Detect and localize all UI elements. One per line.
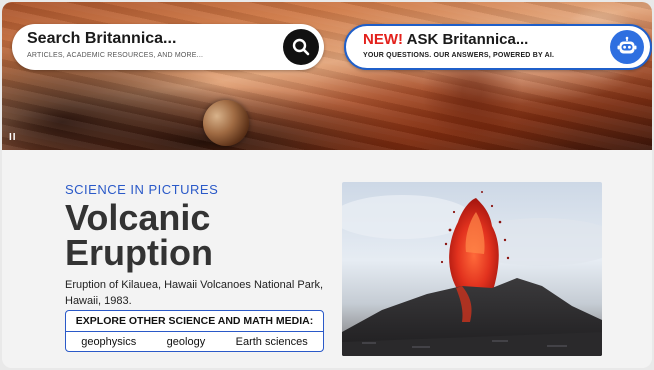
ask-britannica-bar[interactable]: NEW! ASK Britannica... YOUR QUESTIONS. O… (344, 24, 652, 70)
explore-label: EXPLORE OTHER SCIENCE AND MATH MEDIA: (66, 311, 323, 332)
explore-link-geology[interactable]: geology (167, 336, 206, 348)
hero-banner: II Search Britannica... ARTICLES, ACADEM… (2, 2, 652, 150)
search-bar[interactable]: Search Britannica... ARTICLES, ACADEMIC … (12, 24, 324, 70)
explore-link-geophysics[interactable]: geophysics (81, 336, 136, 348)
explore-link-earth-sciences[interactable]: Earth sciences (236, 336, 308, 348)
feature-caption: Eruption of Kilauea, Hawaii Volcanoes Na… (65, 279, 324, 307)
search-subtitle: ARTICLES, ACADEMIC RESOURCES, AND MORE..… (27, 52, 204, 59)
explore-box: EXPLORE OTHER SCIENCE AND MATH MEDIA: ge… (65, 310, 324, 352)
feature-headline[interactable]: Volcanic Eruption (65, 200, 335, 271)
feature-card: SCIENCE IN PICTURES Volcanic Eruption Er… (2, 150, 652, 368)
new-badge: NEW! (363, 31, 403, 48)
ask-subtitle: YOUR QUESTIONS. OUR ANSWERS, POWERED BY … (363, 52, 555, 59)
page-frame: II Search Britannica... ARTICLES, ACADEM… (2, 2, 652, 368)
ask-title[interactable]: NEW! ASK Britannica... (363, 31, 528, 48)
section-eyebrow[interactable]: SCIENCE IN PICTURES (65, 182, 218, 197)
ask-bot-button[interactable] (610, 30, 644, 64)
volcano-photo[interactable] (342, 182, 602, 356)
robot-icon (617, 36, 637, 54)
search-title[interactable]: Search Britannica... (27, 30, 176, 48)
search-button[interactable] (283, 29, 319, 65)
explore-links: geophysics geology Earth sciences (66, 332, 323, 351)
moon-image (203, 100, 249, 146)
pause-icon[interactable]: II (9, 133, 17, 143)
ask-title-text: ASK Britannica... (406, 31, 529, 48)
volcano-illustration (342, 191, 602, 356)
search-icon (292, 38, 310, 56)
